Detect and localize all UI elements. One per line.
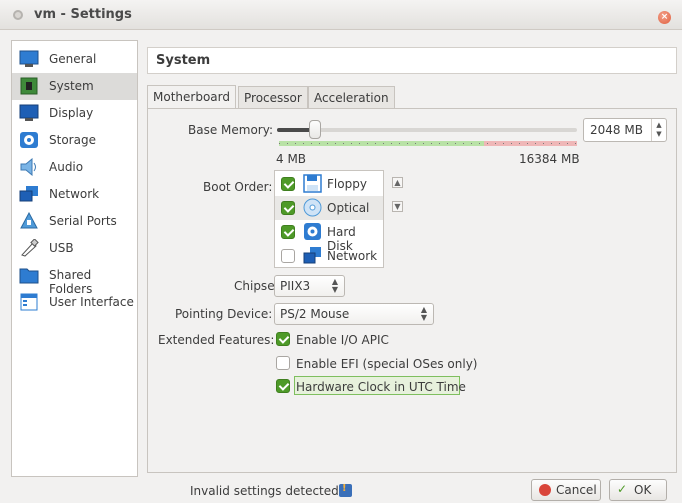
boot-item-floppy[interactable]: Floppy [275,172,383,196]
sidebar-item-serial-ports[interactable]: Serial Ports [12,208,137,235]
efi-checkbox[interactable] [276,356,290,370]
serial-ports-icon [20,212,38,229]
boot-order-list: Floppy Optical Hard Disk Network [274,170,384,268]
audio-icon [20,158,36,176]
io-apic-label[interactable]: Enable I/O APIC [296,333,389,347]
cancel-button-label: Cancel [556,483,597,497]
optical-disc-icon [303,198,322,217]
ok-button-label: OK [634,483,652,497]
sidebar-item-label: USB [49,241,74,255]
efi-label[interactable]: Enable EFI (special OSes only) [296,357,477,371]
motherboard-panel [147,108,677,473]
spin-arrows-icon[interactable]: ▲ ▼ [651,119,666,141]
page-title: System [156,53,211,68]
settings-window: vm - Settings × General System Display S… [0,0,682,503]
sidebar-item-label: System [49,79,94,93]
tab-motherboard[interactable]: Motherboard [147,85,236,110]
sidebar-item-general[interactable]: General [12,46,137,73]
ok-button[interactable]: ✓ OK [609,479,667,501]
tab-processor[interactable]: Processor [238,86,308,109]
boot-optical-checkbox[interactable] [281,201,295,215]
network-icon [303,247,321,264]
base-memory-label: Base Memory: [188,123,274,137]
display-icon [19,104,39,121]
sidebar-item-label: Network [49,187,100,201]
status-message: Invalid settings detected [190,484,339,498]
sidebar-item-label: Display [49,106,94,120]
sidebar-item-system[interactable]: System [12,73,137,100]
base-memory-range-indicator [279,141,577,146]
sidebar-item-label: General [49,52,97,66]
network-icon [19,186,38,202]
page-header: System [147,47,677,74]
base-memory-spinbox[interactable]: 2048 MB ▲ ▼ [583,118,667,142]
base-memory-max-label: 16384 MB [519,152,580,166]
close-button[interactable]: × [658,11,671,24]
sidebar-item-user-interface[interactable]: User Interface [12,289,137,316]
sidebar-item-label: Storage [49,133,96,147]
boot-hard-disk-checkbox[interactable] [281,225,295,239]
pointing-device-value: PS/2 Mouse [280,307,350,321]
io-apic-checkbox[interactable] [276,332,290,346]
title-bar[interactable]: vm - Settings × [0,0,682,30]
hard-disk-icon [304,223,321,240]
sidebar-item-shared-folders[interactable]: Shared Folders [12,262,137,296]
user-interface-icon [20,293,38,311]
window-title: vm - Settings [34,7,132,22]
usb-icon [21,239,39,257]
base-memory-slider-track[interactable] [277,128,577,132]
move-up-button[interactable]: ▲ [392,177,403,188]
pointing-device-select[interactable]: PS/2 Mouse ▲ ▼ [274,303,434,325]
checkmark-icon: ✓ [617,482,628,496]
base-memory-value: 2048 MB [590,123,643,137]
floppy-icon [303,174,322,193]
boot-network-checkbox[interactable] [281,249,295,263]
sidebar-item-storage[interactable]: Storage [12,127,137,154]
system-icon [20,77,38,95]
pointing-device-label: Pointing Device: [175,307,273,321]
window-menu-icon[interactable] [13,10,23,20]
warning-icon[interactable] [339,483,352,497]
extended-features-label: Extended Features: [158,333,275,347]
move-down-button[interactable]: ▼ [392,201,403,212]
tab-acceleration[interactable]: Acceleration [308,86,395,109]
cancel-button[interactable]: Cancel [531,479,601,501]
sidebar-item-usb[interactable]: USB [12,235,137,262]
sidebar-item-label: Audio [49,160,84,174]
boot-item-network[interactable]: Network [275,244,383,268]
sidebar-item-label: User Interface [49,295,134,309]
base-memory-min-label: 4 MB [276,152,307,166]
shared-folders-icon [19,268,39,284]
settings-sidebar: General System Display Storage Audio Net… [11,40,138,477]
chipset-value: PIIX3 [280,279,311,293]
sidebar-item-display[interactable]: Display [12,100,137,127]
boot-item-label: Network [327,249,378,263]
boot-floppy-checkbox[interactable] [281,177,295,191]
chipset-select[interactable]: PIIX3 ▲ ▼ [274,275,345,297]
boot-order-label: Boot Order: [203,180,273,194]
boot-item-label: Floppy [327,177,367,191]
boot-item-hard-disk[interactable]: Hard Disk [275,220,383,253]
base-memory-slider-handle[interactable] [308,120,321,139]
sidebar-item-network[interactable]: Network [12,181,137,208]
general-icon [19,50,39,67]
utc-clock-label[interactable]: Hardware Clock in UTC Time [296,380,466,394]
chevron-updown-icon: ▲ ▼ [331,277,338,294]
cancel-icon [539,484,551,496]
storage-icon [20,132,38,148]
chevron-updown-icon: ▲ ▼ [420,305,427,322]
sidebar-item-audio[interactable]: Audio [12,154,137,181]
sidebar-item-label: Serial Ports [49,214,117,228]
utc-clock-checkbox[interactable] [276,379,290,393]
boot-item-label: Optical [327,201,370,215]
boot-item-optical[interactable]: Optical [275,196,383,220]
